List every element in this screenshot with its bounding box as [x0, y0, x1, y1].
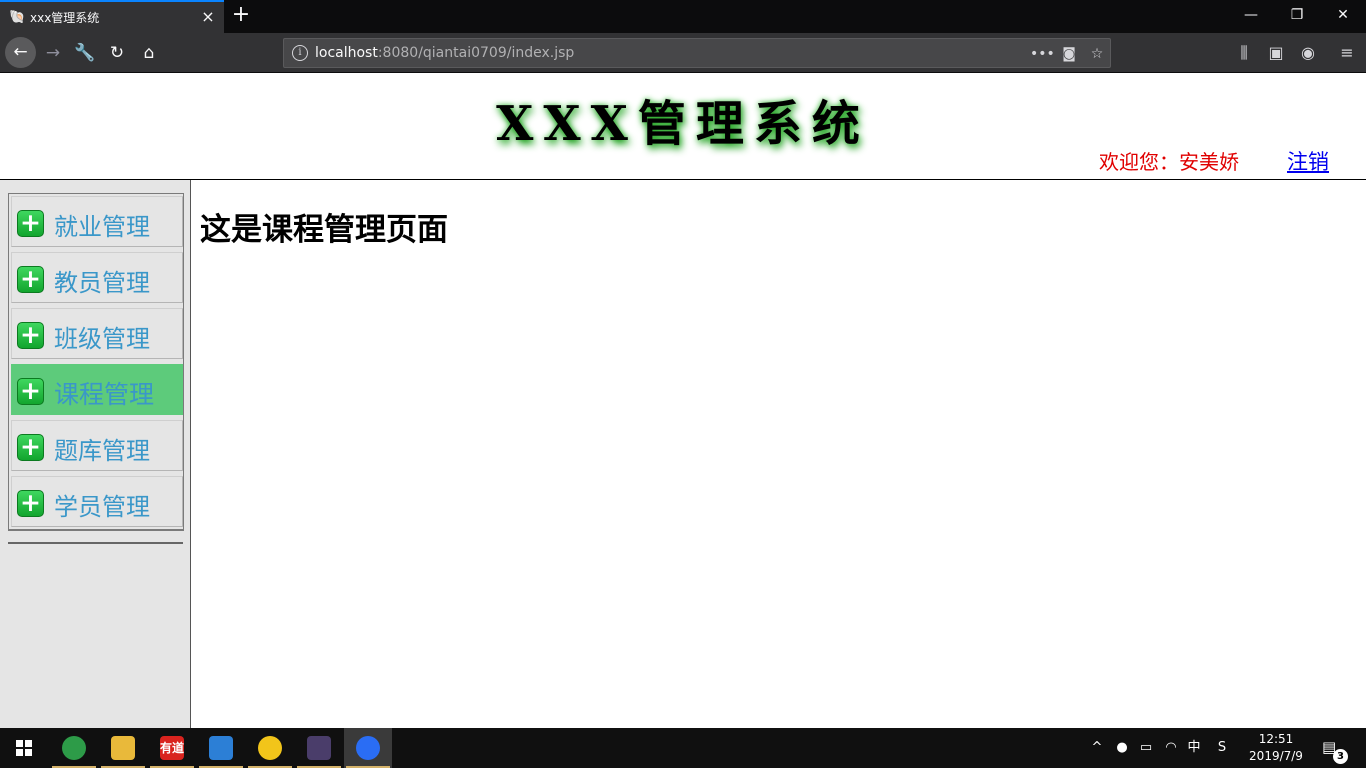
file-explorer-icon	[111, 736, 135, 760]
new-tab-button[interactable]: +	[230, 4, 252, 28]
plus-icon: +	[17, 434, 44, 461]
sidebar-item-2[interactable]: + 教员管理	[11, 252, 183, 303]
site-title: XXX管理系统	[496, 96, 870, 152]
taskbar-app-app-yellow-circle[interactable]	[246, 728, 294, 768]
plus-icon: +	[17, 322, 44, 349]
chrome-icon	[62, 736, 86, 760]
sidebar: + 就业管理 + 教员管理 + 班级管理 + 课程管理 + 题库管理 + 学员管理	[0, 180, 191, 728]
plus-icon: +	[17, 490, 44, 517]
main-content: 这是课程管理页面	[192, 180, 1366, 728]
sidebar-item-label: 教员管理	[54, 269, 150, 297]
sidebar-divider	[8, 542, 183, 544]
tray-expand-icon[interactable]: ^	[1090, 738, 1104, 758]
window-maximize-button[interactable]: ❐	[1274, 0, 1320, 33]
back-button[interactable]: ←	[5, 37, 36, 68]
page-header: XXX管理系统 欢迎您：安美娇 注销	[0, 74, 1366, 180]
page-actions-icon[interactable]: •••	[1030, 43, 1055, 65]
ime-indicator[interactable]: 中	[1185, 738, 1203, 758]
wrench-icon[interactable]: 🔧	[70, 38, 100, 68]
sidebar-item-label: 学员管理	[54, 493, 150, 521]
battery-icon[interactable]: ▭	[1137, 738, 1155, 758]
url-bar[interactable]: i localhost:8080/qiantai0709/index.jsp •…	[283, 38, 1111, 68]
system-clock[interactable]: 12:51 2019/7/9	[1244, 731, 1308, 765]
tray-app-icon[interactable]: ●	[1113, 738, 1131, 758]
app-game-icon	[307, 736, 331, 760]
tab-close-button[interactable]: ×	[198, 7, 218, 27]
firefox-icon	[356, 736, 380, 760]
sogou-ime-icon[interactable]: S	[1212, 738, 1232, 758]
wifi-icon[interactable]: ◠	[1162, 738, 1180, 758]
windows-logo-icon	[16, 740, 32, 756]
sidebar-menu: + 就业管理 + 教员管理 + 班级管理 + 课程管理 + 题库管理 + 学员管理	[8, 193, 184, 531]
sidebar-toggle-icon[interactable]: ▣	[1261, 38, 1291, 68]
navigation-toolbar: ← → 🔧 ↻ ⌂ i localhost:8080/qiantai0709/i…	[0, 33, 1366, 73]
sidebar-item-1[interactable]: + 就业管理	[11, 196, 183, 247]
account-icon[interactable]: ◉	[1293, 38, 1323, 68]
sidebar-item-5[interactable]: + 题库管理	[11, 420, 183, 471]
welcome-message: 欢迎您：安美娇	[1099, 150, 1239, 174]
menu-hamburger-icon[interactable]: ≡	[1332, 38, 1362, 68]
forward-button[interactable]: →	[38, 38, 68, 68]
youdao-icon: 有道	[160, 736, 184, 760]
plus-icon: +	[17, 266, 44, 293]
clock-time: 12:51	[1258, 732, 1294, 746]
clock-date: 2019/7/9	[1249, 749, 1303, 763]
site-info-icon[interactable]: i	[292, 45, 308, 61]
taskbar-app-firefox[interactable]	[344, 728, 392, 768]
logout-link[interactable]: 注销	[1287, 146, 1329, 176]
window-minimize-button[interactable]: —	[1228, 0, 1274, 33]
home-button[interactable]: ⌂	[134, 38, 164, 68]
tab-title: xxx管理系统	[30, 11, 100, 25]
browser-tab[interactable]: 🐚 xxx管理系统 ×	[0, 0, 224, 33]
url-text[interactable]: localhost:8080/qiantai0709/index.jsp	[315, 45, 574, 61]
url-host: localhost	[315, 45, 378, 61]
page-favicon-icon: 🐚	[9, 10, 26, 25]
plus-icon: +	[17, 210, 44, 237]
sidebar-item-label: 题库管理	[54, 437, 150, 465]
taskbar: 有道 ^ ● ▭ ◠ 中 S 12:51 2019/7/9 ▤ 3	[0, 728, 1366, 768]
sidebar-item-3[interactable]: + 班级管理	[11, 308, 183, 359]
sidebar-item-label: 就业管理	[54, 213, 150, 241]
start-button[interactable]	[0, 728, 48, 768]
library-icon[interactable]: ⫼	[1229, 38, 1259, 68]
reload-button[interactable]: ↻	[102, 38, 132, 68]
app-yellow-circle-icon	[258, 736, 282, 760]
taskbar-app-file-explorer[interactable]	[99, 728, 147, 768]
taskbar-app-app-dolphin[interactable]	[197, 728, 245, 768]
url-path: :8080/qiantai0709/index.jsp	[377, 45, 575, 61]
taskbar-app-youdao[interactable]: 有道	[148, 728, 196, 768]
taskbar-app-chrome[interactable]	[50, 728, 98, 768]
tab-bar: 🐚 xxx管理系统 × + — ❐ ✕	[0, 0, 1366, 33]
notification-count-badge: 3	[1333, 749, 1348, 764]
plus-icon: +	[17, 378, 44, 405]
sidebar-item-4[interactable]: + 课程管理	[11, 364, 183, 415]
sidebar-item-label: 班级管理	[54, 325, 150, 353]
content-heading: 这是课程管理页面	[200, 212, 448, 248]
sidebar-item-label: 课程管理	[54, 380, 155, 409]
web-page: XXX管理系统 欢迎您：安美娇 注销 + 就业管理 + 教员管理 + 班级管理 + 课程管理 +…	[0, 74, 1366, 728]
pocket-icon[interactable]: ◙	[1058, 43, 1080, 65]
sidebar-item-6[interactable]: + 学员管理	[11, 476, 183, 527]
window-close-button[interactable]: ✕	[1320, 0, 1366, 33]
bookmark-star-icon[interactable]: ☆	[1086, 43, 1108, 65]
app-dolphin-icon	[209, 736, 233, 760]
taskbar-app-app-game[interactable]	[295, 728, 343, 768]
